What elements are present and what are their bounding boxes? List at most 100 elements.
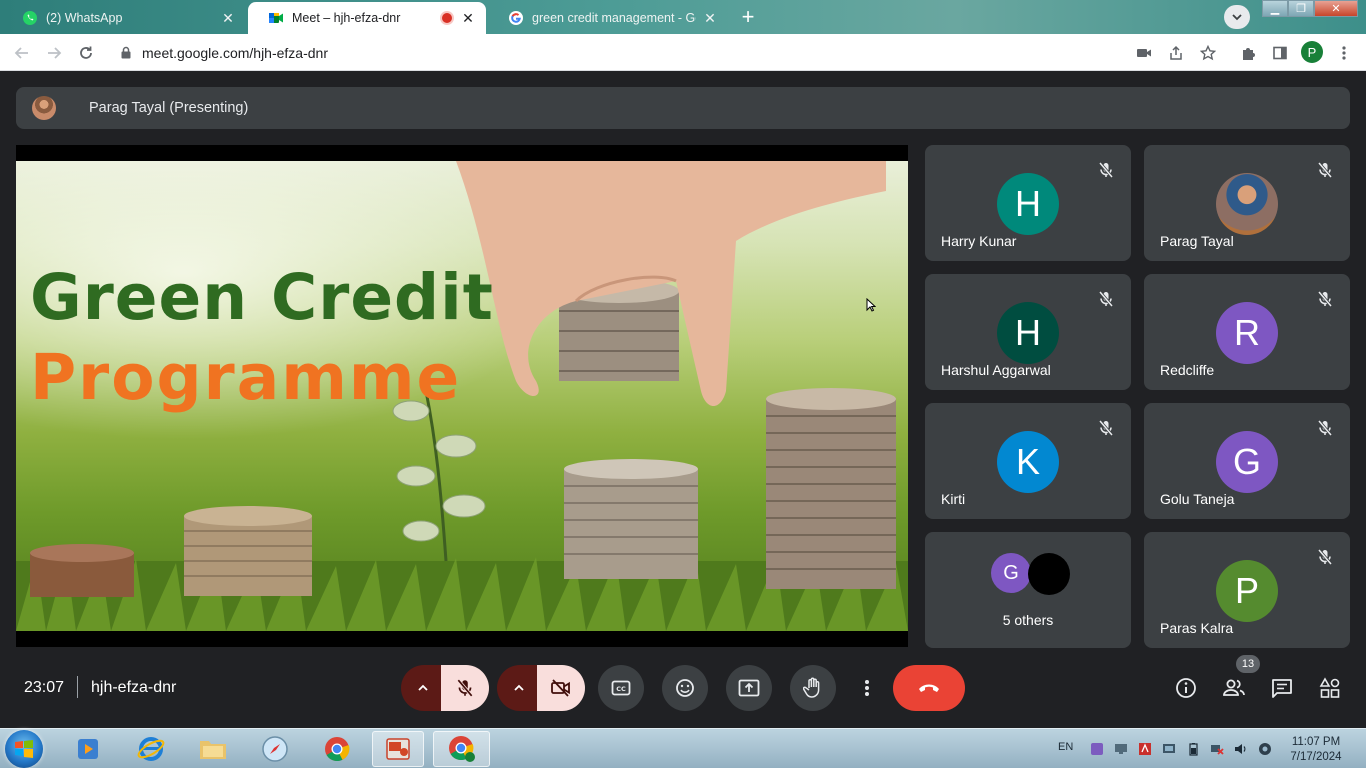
camera-toggle-button[interactable] [537, 665, 585, 711]
slide-title-line2: Programme [30, 341, 462, 414]
presenting-bar: Parag Tayal (Presenting) [16, 87, 1350, 129]
extensions-button[interactable] [1236, 41, 1260, 65]
google-icon [508, 10, 524, 26]
participant-avatar: G [991, 553, 1031, 593]
raise-hand-button[interactable] [790, 665, 836, 711]
new-tab-button[interactable]: + [734, 4, 762, 30]
presentation-icon [386, 738, 410, 760]
mic-off-icon [1098, 162, 1114, 178]
close-tab-icon[interactable]: ✕ [702, 10, 718, 26]
forward-button[interactable] [42, 41, 66, 65]
taskbar-chrome-profile[interactable] [433, 731, 490, 767]
start-button[interactable] [5, 730, 43, 768]
mouse-cursor-icon [866, 298, 876, 312]
profile-avatar[interactable]: P [1301, 41, 1323, 63]
internet-explorer-icon [137, 737, 165, 761]
activities-button[interactable] [1318, 676, 1342, 700]
participant-tile[interactable]: K Kirti [925, 403, 1131, 519]
chevron-up-icon [514, 684, 524, 691]
tab-search-button[interactable] [1224, 5, 1250, 29]
video-camera-off-icon [551, 679, 570, 697]
taskbar-media-player[interactable] [62, 731, 114, 767]
close-tab-icon[interactable]: ✕ [220, 10, 236, 26]
participant-avatar: K [997, 431, 1059, 493]
tab-google-search[interactable]: green credit management - Goog ✕ [488, 2, 728, 34]
tab-whatsapp[interactable]: (2) WhatsApp ✕ [2, 2, 246, 34]
participant-name: Redcliffe [1160, 362, 1215, 378]
address-bar[interactable]: meet.google.com/hjh-efza-dnr [108, 38, 1198, 67]
taskbar-powerpoint[interactable] [372, 731, 424, 767]
mic-off-icon [1098, 291, 1114, 307]
battery-icon[interactable] [1186, 742, 1200, 756]
maximize-button[interactable]: ❐ [1288, 0, 1314, 17]
participant-tile[interactable]: H Harry Kunar [925, 145, 1131, 261]
speaker-icon[interactable] [1234, 742, 1248, 756]
tray-app-icon[interactable] [1090, 742, 1104, 756]
taskbar-time: 11:07 PM [1291, 736, 1341, 748]
bookmark-button[interactable] [1196, 41, 1220, 65]
chevron-down-icon [1232, 14, 1242, 21]
participant-avatar: R [1216, 302, 1278, 364]
participant-avatar [1028, 553, 1070, 595]
participant-tile[interactable]: R Redcliffe [1144, 274, 1350, 390]
tray-network-icon[interactable] [1114, 742, 1128, 756]
side-panel-button[interactable] [1268, 41, 1292, 65]
activities-icon [1319, 677, 1340, 698]
meeting-details-button[interactable] [1174, 676, 1198, 700]
tray-pdf-icon[interactable] [1138, 742, 1152, 756]
taskbar-clock[interactable]: 11:07 PM 7/17/2024 [1286, 735, 1346, 765]
people-button[interactable] [1222, 676, 1246, 700]
others-tile[interactable]: G 5 others [925, 532, 1131, 648]
minimize-button[interactable]: ▁ [1262, 0, 1288, 17]
network-error-icon[interactable] [1210, 742, 1224, 756]
microphone-toggle-button[interactable] [441, 665, 489, 711]
participant-tile[interactable]: P Paras Kalra [1144, 532, 1350, 648]
windows-logo-icon [15, 740, 33, 758]
reactions-button[interactable] [662, 665, 708, 711]
windows-taskbar: EN 11:07 PM 7/17/2024 [0, 728, 1366, 768]
participant-tile[interactable]: H Harshul Aggarwal [925, 274, 1131, 390]
chrome-menu-button[interactable] [1332, 41, 1356, 65]
presentation-stage: Green Credit Programme [16, 145, 908, 647]
reload-icon [80, 46, 92, 59]
chat-button[interactable] [1270, 676, 1294, 700]
close-window-button[interactable]: ✕ [1314, 0, 1358, 17]
video-options-button[interactable] [497, 665, 541, 711]
hand-icon [803, 677, 820, 698]
close-tab-icon[interactable]: ✕ [460, 10, 476, 26]
participant-tile[interactable]: Parag Tayal [1144, 145, 1350, 261]
tab-title: Meet – hjh-efza-dnr [292, 11, 401, 25]
taskbar-chrome[interactable] [311, 731, 363, 767]
participant-avatar: G [1216, 431, 1278, 493]
participant-name: Harshul Aggarwal [941, 362, 1051, 378]
language-indicator[interactable]: EN [1058, 741, 1073, 753]
camera-in-use-button[interactable] [1132, 41, 1156, 65]
participant-name: Golu Taneja [1160, 491, 1235, 507]
taskbar-explorer[interactable] [187, 731, 239, 767]
tray-settings-icon[interactable] [1258, 742, 1272, 756]
folder-icon [200, 741, 226, 759]
present-screen-icon [738, 679, 760, 697]
leave-call-button[interactable] [893, 665, 965, 711]
share-button[interactable] [1164, 41, 1188, 65]
tab-meet[interactable]: Meet – hjh-efza-dnr ✕ [248, 2, 486, 34]
participant-tile[interactable]: G Golu Taneja [1144, 403, 1350, 519]
side-panel-icon [1273, 46, 1287, 60]
participant-name: Parag Tayal [1160, 233, 1234, 249]
taskbar-safari[interactable] [249, 731, 301, 767]
recording-indicator-icon [440, 11, 454, 25]
closed-captions-icon: CC [611, 680, 631, 696]
more-options-button[interactable] [855, 665, 879, 711]
more-vert-icon [1342, 46, 1346, 60]
participant-avatar: P [1216, 560, 1278, 622]
captions-button[interactable]: CC [598, 665, 644, 711]
tray-display-icon[interactable] [1162, 742, 1176, 756]
presenting-label: Parag Tayal (Presenting) [89, 100, 249, 116]
present-now-button[interactable] [726, 665, 772, 711]
tab-title: (2) WhatsApp [46, 11, 123, 25]
taskbar-internet-explorer[interactable] [125, 731, 177, 767]
meeting-code: hjh-efza-dnr [91, 679, 177, 696]
reload-button[interactable] [74, 41, 98, 65]
audio-options-button[interactable] [401, 665, 445, 711]
back-button[interactable] [10, 41, 34, 65]
